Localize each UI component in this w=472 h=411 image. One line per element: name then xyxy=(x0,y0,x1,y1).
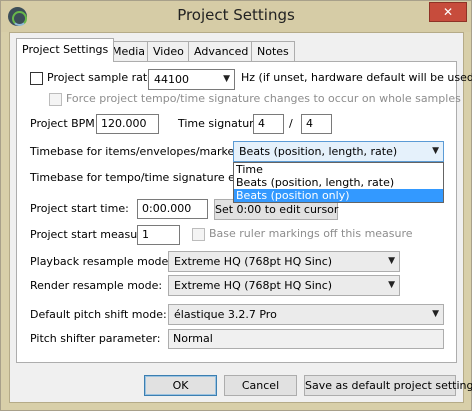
dropdown-option-beats-position-length-rate[interactable]: Beats (position, length, rate) xyxy=(234,176,443,189)
save-as-default-button[interactable]: Save as default project settings xyxy=(304,375,472,396)
project-bpm-label: Project BPM: xyxy=(30,117,99,130)
window-title: Project Settings xyxy=(177,6,295,24)
pitch-shift-mode-select[interactable]: élastique 3.2.7 Pro ▼ xyxy=(168,304,444,325)
pitch-shifter-parameter-field[interactable]: Normal xyxy=(168,329,444,349)
tab-advanced[interactable]: Advanced xyxy=(188,41,255,61)
render-resample-value: Extreme HQ (768pt HQ Sinc) xyxy=(174,279,333,292)
close-button[interactable]: ✕ xyxy=(429,2,467,22)
pitch-shift-mode-value: élastique 3.2.7 Pro xyxy=(174,308,277,321)
render-resample-label: Render resample mode: xyxy=(30,279,163,292)
sample-rate-hint: Hz (if unset, hardware default will be u… xyxy=(241,71,472,84)
timebase-items-select[interactable]: Beats (position, length, rate) ▼ xyxy=(233,141,444,162)
ok-button[interactable]: OK xyxy=(144,375,217,396)
time-signature-numerator-input[interactable]: 4 xyxy=(253,114,284,134)
sample-rate-value: 44100 xyxy=(154,73,189,86)
tab-notes[interactable]: Notes xyxy=(251,41,295,61)
pitch-shifter-parameter-label: Pitch shifter parameter: xyxy=(30,332,161,345)
project-bpm-input[interactable]: 120.000 xyxy=(96,114,159,134)
tab-video[interactable]: Video xyxy=(147,41,190,61)
timebase-items-dropdown-list: Time Beats (position, length, rate) Beat… xyxy=(233,162,444,203)
force-whole-samples-label: Force project tempo/time signature chang… xyxy=(66,92,461,105)
project-sample-rate-checkbox[interactable] xyxy=(30,72,43,85)
time-signature-label: Time signature xyxy=(178,117,261,130)
dropdown-option-beats-position-only[interactable]: Beats (position only) xyxy=(234,189,443,202)
tab-project-settings[interactable]: Project Settings xyxy=(16,38,115,62)
project-settings-window: Project Settings ✕ Project Settings Medi… xyxy=(0,0,472,411)
title-bar[interactable]: Project Settings ✕ xyxy=(1,1,471,32)
playback-resample-label: Playback resample mode: xyxy=(30,255,173,268)
project-sample-rate-label: Project sample rate: xyxy=(47,71,158,84)
chevron-down-icon: ▼ xyxy=(223,74,230,84)
timebase-items-label: Timebase for items/envelopes/markers: xyxy=(30,145,249,158)
timebase-items-value: Beats (position, length, rate) xyxy=(239,145,398,158)
cancel-button[interactable]: Cancel xyxy=(224,375,297,396)
chevron-down-icon: ▼ xyxy=(388,280,395,290)
playback-resample-select[interactable]: Extreme HQ (768pt HQ Sinc) ▼ xyxy=(168,251,400,272)
chevron-down-icon: ▼ xyxy=(432,146,439,156)
pitch-shift-mode-label: Default pitch shift mode: xyxy=(30,308,167,321)
dialog-body: Project Settings Media Video Advanced No… xyxy=(9,32,472,403)
playback-resample-value: Extreme HQ (768pt HQ Sinc) xyxy=(174,255,333,268)
base-ruler-checkbox[interactable] xyxy=(192,228,205,241)
time-signature-separator: / xyxy=(289,117,293,130)
dropdown-option-time[interactable]: Time xyxy=(234,163,443,176)
base-ruler-label: Base ruler markings off this measure xyxy=(209,227,413,240)
render-resample-select[interactable]: Extreme HQ (768pt HQ Sinc) ▼ xyxy=(168,275,400,296)
sample-rate-select[interactable]: 44100 ▼ xyxy=(148,69,235,90)
project-settings-panel: Project sample rate: 44100 ▼ Hz (if unse… xyxy=(16,61,472,363)
chevron-down-icon: ▼ xyxy=(432,309,439,319)
time-signature-denominator-input[interactable]: 4 xyxy=(301,114,332,134)
project-start-time-label: Project start time: xyxy=(30,202,129,215)
force-whole-samples-checkbox[interactable] xyxy=(49,93,62,106)
chevron-down-icon: ▼ xyxy=(388,256,395,266)
project-start-measure-input[interactable]: 1 xyxy=(137,225,180,245)
project-start-time-input[interactable]: 0:00.000 xyxy=(137,199,208,219)
project-start-measure-label: Project start measure: xyxy=(30,228,152,241)
